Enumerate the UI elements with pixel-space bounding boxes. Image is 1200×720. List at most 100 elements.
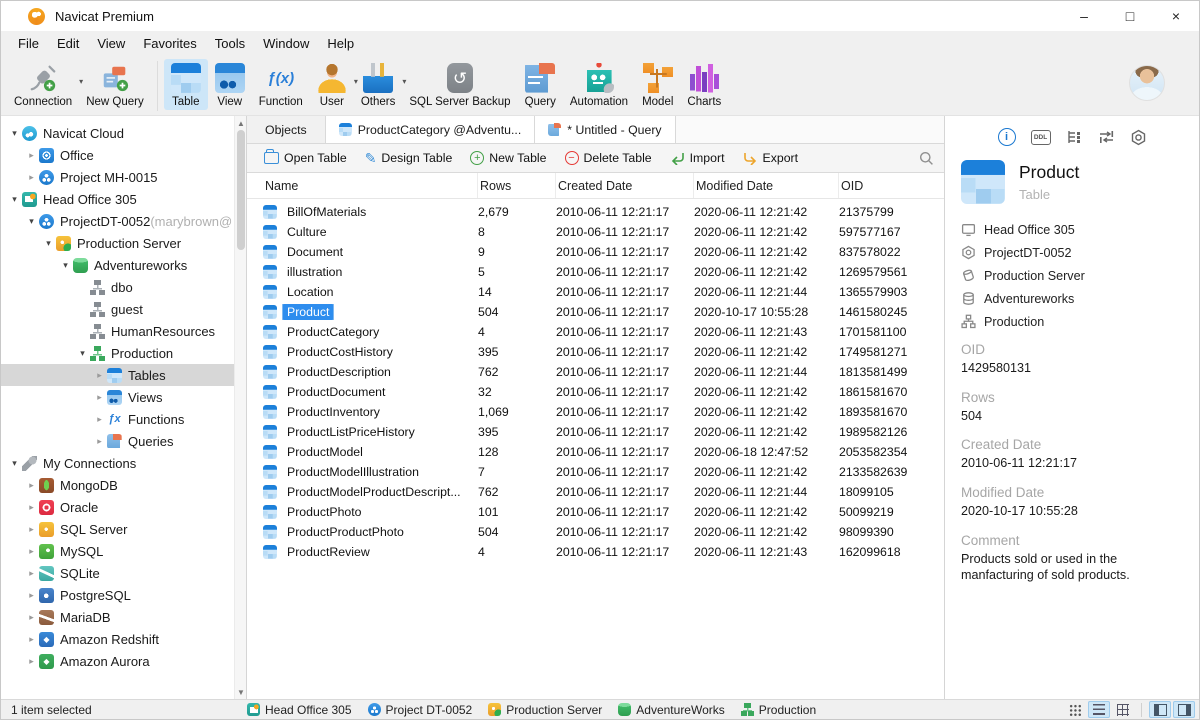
tree-item[interactable]: Tables xyxy=(1,364,234,386)
table-row[interactable]: Document 9 2010-06-11 12:21:17 2020-06-1… xyxy=(247,242,944,262)
info-icon[interactable] xyxy=(997,128,1016,146)
tree-chevron-icon[interactable] xyxy=(24,216,39,227)
column-header-name[interactable]: Name xyxy=(263,173,478,198)
tree-item[interactable]: HumanResources xyxy=(1,320,234,342)
sql-server-backup-button[interactable]: SQL Server Backup xyxy=(402,59,517,110)
tree-chevron-icon[interactable] xyxy=(92,414,107,425)
tree-item[interactable]: Oracle xyxy=(1,496,234,518)
tree-chevron-icon[interactable] xyxy=(92,392,107,403)
menu-item[interactable]: Favorites xyxy=(134,33,205,54)
table-row[interactable]: Location 14 2010-06-11 12:21:17 2020-06-… xyxy=(247,282,944,302)
table-row[interactable]: ProductModelIllustration 7 2010-06-11 12… xyxy=(247,462,944,482)
menu-item[interactable]: Help xyxy=(318,33,363,54)
tree-item[interactable]: Office xyxy=(1,144,234,166)
tree-item[interactable]: guest xyxy=(1,298,234,320)
column-header-modified[interactable]: Modified Date xyxy=(694,173,839,198)
user-button[interactable]: ▾ User xyxy=(310,59,358,110)
path-item[interactable]: Project DT-0052 xyxy=(367,703,472,717)
tree-item[interactable]: Production xyxy=(1,342,234,364)
tree-chevron-icon[interactable] xyxy=(24,524,39,535)
tree-chevron-icon[interactable] xyxy=(41,238,56,249)
tree-chevron-icon[interactable] xyxy=(24,590,39,601)
path-item[interactable]: Production Server xyxy=(488,703,602,717)
table-button[interactable]: Table xyxy=(163,59,208,110)
open-table-button[interactable]: Open Table xyxy=(257,148,354,168)
tree-chevron-icon[interactable] xyxy=(7,194,22,205)
charts-button[interactable]: Charts xyxy=(680,59,728,110)
tree-item[interactable]: Functions xyxy=(1,408,234,430)
tab-objects[interactable]: Objects xyxy=(247,116,326,143)
tree-item[interactable]: Head Office 305 xyxy=(1,188,234,210)
table-row[interactable]: Product 504 2010-06-11 12:21:17 2020-10-… xyxy=(247,302,944,322)
tree-item[interactable]: Queries xyxy=(1,430,234,452)
path-item[interactable]: Head Office 305 xyxy=(247,703,352,717)
tree-item[interactable]: Adventureworks xyxy=(1,254,234,276)
tree-chevron-icon[interactable] xyxy=(24,480,39,491)
function-button[interactable]: Function xyxy=(252,59,310,110)
tree-chevron-icon[interactable] xyxy=(24,172,39,183)
tree-item[interactable]: Views xyxy=(1,386,234,408)
tree-item[interactable]: Amazon Redshift xyxy=(1,628,234,650)
tree-chevron-icon[interactable] xyxy=(24,634,39,645)
tab-untitled-query[interactable]: * Untitled - Query xyxy=(535,116,676,143)
new-table-button[interactable]: + New Table xyxy=(463,148,553,168)
menu-item[interactable]: File xyxy=(9,33,48,54)
ddl-icon[interactable] xyxy=(1030,129,1051,145)
relation-icon[interactable] xyxy=(1098,129,1115,145)
close-button[interactable]: × xyxy=(1153,1,1199,31)
table-row[interactable]: ProductProductPhoto 504 2010-06-11 12:21… xyxy=(247,522,944,542)
table-row[interactable]: ProductListPriceHistory 395 2010-06-11 1… xyxy=(247,422,944,442)
path-item[interactable]: Production xyxy=(740,703,816,717)
view-button[interactable]: View xyxy=(208,59,252,110)
minimize-button[interactable]: – xyxy=(1061,1,1107,31)
import-button[interactable]: Import xyxy=(663,148,732,168)
scroll-down-icon[interactable]: ▼ xyxy=(235,685,246,699)
query-button[interactable]: Query xyxy=(518,59,563,110)
table-row[interactable]: ProductInventory 1,069 2010-06-11 12:21:… xyxy=(247,402,944,422)
menu-item[interactable]: Window xyxy=(254,33,318,54)
menu-item[interactable]: Edit xyxy=(48,33,88,54)
table-row[interactable]: ProductDescription 762 2010-06-11 12:21:… xyxy=(247,362,944,382)
grid-view-button[interactable] xyxy=(1064,701,1086,718)
column-header-oid[interactable]: OID xyxy=(839,173,944,198)
tree-item[interactable]: MariaDB xyxy=(1,606,234,628)
connection-button[interactable]: ▾ Connection xyxy=(7,59,83,110)
maximize-button[interactable]: □ xyxy=(1107,1,1153,31)
table-row[interactable]: ProductReview 4 2010-06-11 12:21:17 2020… xyxy=(247,542,944,562)
tab-productcategory[interactable]: ProductCategory @Adventu... xyxy=(325,116,536,143)
tree-chevron-icon[interactable] xyxy=(58,260,73,271)
table-row[interactable]: ProductModel 128 2010-06-11 12:21:17 202… xyxy=(247,442,944,462)
scroll-up-icon[interactable]: ▲ xyxy=(235,116,246,130)
table-row[interactable]: ProductModelProductDescript... 762 2010-… xyxy=(247,482,944,502)
tree-chevron-icon[interactable] xyxy=(7,458,22,469)
tree-chevron-icon[interactable] xyxy=(24,656,39,667)
model-button[interactable]: Model xyxy=(635,59,680,110)
tree-item[interactable]: PostgreSQL xyxy=(1,584,234,606)
table-row[interactable]: Culture 8 2010-06-11 12:21:17 2020-06-11… xyxy=(247,222,944,242)
tree-chevron-icon[interactable] xyxy=(24,546,39,557)
tree-chevron-icon[interactable] xyxy=(24,150,39,161)
structure-icon[interactable] xyxy=(1066,129,1083,145)
table-row[interactable]: ProductCategory 4 2010-06-11 12:21:17 20… xyxy=(247,322,944,342)
tree-item[interactable]: Amazon Aurora xyxy=(1,650,234,672)
tree-chevron-icon[interactable] xyxy=(92,436,107,447)
menu-item[interactable]: View xyxy=(88,33,134,54)
tree-item[interactable]: MySQL xyxy=(1,540,234,562)
tree-item[interactable]: MongoDB xyxy=(1,474,234,496)
tree-item[interactable]: dbo xyxy=(1,276,234,298)
tree-item[interactable]: Project MH-0015 xyxy=(1,166,234,188)
path-item[interactable]: AdventureWorks xyxy=(618,703,725,717)
tree-chevron-icon[interactable] xyxy=(75,348,90,359)
tree-item[interactable]: ProjectDT-0052 (marybrown@ xyxy=(1,210,234,232)
menu-item[interactable]: Tools xyxy=(206,33,254,54)
tree-chevron-icon[interactable] xyxy=(24,502,39,513)
user-avatar[interactable] xyxy=(1129,65,1165,101)
automation-button[interactable]: Automation xyxy=(563,59,635,110)
tree-chevron-icon[interactable] xyxy=(7,128,22,139)
others-button[interactable]: ▾ Others xyxy=(354,59,406,110)
toggle-right-panel-button[interactable] xyxy=(1173,701,1195,718)
detail-view-button[interactable] xyxy=(1112,701,1134,718)
tree-item[interactable]: SQLite xyxy=(1,562,234,584)
table-row[interactable]: illustration 5 2010-06-11 12:21:17 2020-… xyxy=(247,262,944,282)
scrollbar-thumb[interactable] xyxy=(237,130,245,250)
